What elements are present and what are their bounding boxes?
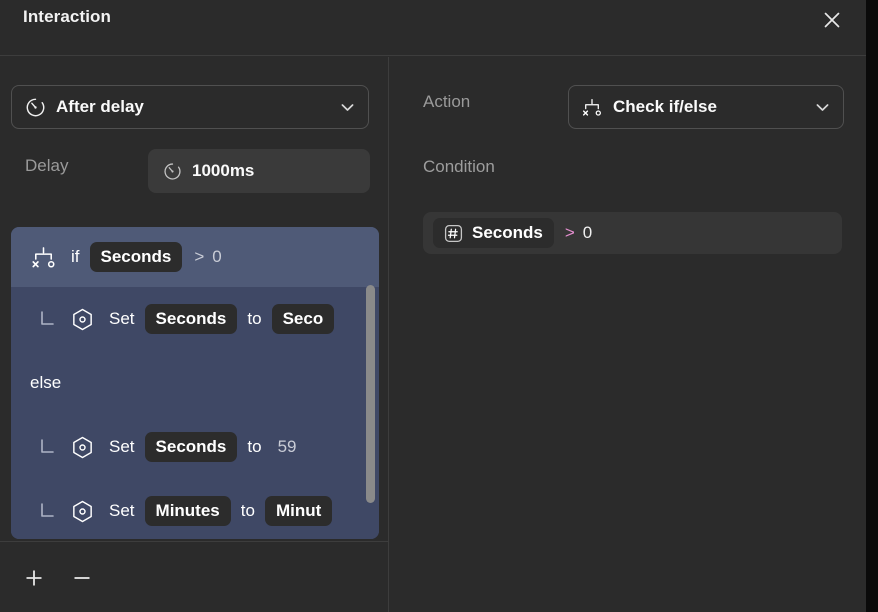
interaction-dialog: Interaction After delay Delay 1000ms if … (0, 0, 878, 612)
delay-label: Delay (25, 156, 69, 175)
variable-chip[interactable]: Seconds (89, 242, 183, 272)
block-list[interactable]: if Seconds > 0 Set Seconds to Seco else … (11, 227, 379, 539)
block-row[interactable]: Set Seconds to Seco (11, 287, 379, 351)
block-row[interactable]: if Seconds > 0 (11, 227, 379, 287)
branch-elbow-icon (37, 436, 59, 458)
condition-operator: > (564, 223, 575, 242)
branch-elbow-icon (37, 500, 59, 522)
block-connector: to (247, 309, 262, 328)
block-row[interactable]: Set Seconds to 59 (11, 415, 379, 479)
variable-chip[interactable]: Seconds (144, 432, 238, 462)
chevron-down-icon (815, 100, 829, 114)
else-keyword: else (30, 373, 62, 392)
if-else-branch-icon (581, 96, 603, 118)
value-name: Seco (282, 309, 324, 328)
delay-value: 1000ms (192, 161, 255, 180)
dialog-titlebar: Interaction (0, 0, 866, 56)
block-literal: 59 (277, 437, 297, 456)
close-button[interactable] (816, 4, 848, 36)
action-type-label: Check if/else (613, 97, 717, 116)
delay-clock-icon (24, 96, 46, 118)
block-operator: > (194, 247, 205, 266)
page-title: Interaction (23, 7, 112, 26)
remove-block-button[interactable] (65, 561, 99, 595)
close-icon (824, 12, 840, 28)
chevron-down-icon (340, 100, 354, 114)
condition-label: Condition (423, 157, 495, 176)
block-keyword: Set (109, 437, 135, 456)
variable-name: Seconds (100, 247, 172, 266)
set-hexagon-icon (69, 434, 95, 460)
left-panel: After delay Delay 1000ms if Seconds > 0 … (0, 57, 389, 612)
variable-name: Minutes (155, 501, 220, 520)
action-label: Action (423, 92, 471, 111)
block-keyword: Set (109, 501, 135, 520)
block-keyword: Set (109, 309, 135, 328)
add-block-button[interactable] (17, 561, 51, 595)
variable-chip[interactable]: Seconds (433, 218, 554, 248)
block-row[interactable]: Set Minutes to Minut (11, 479, 379, 539)
delay-clock-icon (162, 161, 182, 181)
right-panel: Action Check if/else Condition Seconds >… (390, 57, 866, 612)
set-hexagon-icon (69, 498, 95, 524)
value-name: Minut (275, 501, 322, 520)
variable-name: Seconds (472, 223, 543, 242)
block-connector: to (240, 501, 255, 520)
trigger-type-label: After delay (56, 97, 144, 116)
variable-name: Seconds (155, 309, 227, 328)
variable-chip[interactable]: Seconds (144, 304, 238, 334)
window-right-edge (866, 0, 878, 612)
set-hexagon-icon (69, 306, 95, 332)
scrollbar-thumb[interactable] (366, 285, 375, 503)
hash-variable-icon (444, 224, 463, 243)
footer-divider (0, 541, 389, 542)
variable-name: Seconds (155, 437, 227, 456)
delay-input[interactable]: 1000ms (148, 149, 370, 193)
plus-icon (26, 570, 42, 586)
action-type-dropdown[interactable]: Check if/else (568, 85, 844, 129)
block-literal: 0 (212, 247, 222, 266)
value-chip[interactable]: Seco (271, 304, 335, 334)
condition-expression[interactable]: Seconds > 0 (423, 212, 842, 254)
minus-icon (74, 577, 90, 579)
branch-elbow-icon (37, 308, 59, 330)
if-else-branch-icon (29, 243, 57, 271)
condition-value: 0 (582, 223, 593, 242)
trigger-type-dropdown[interactable]: After delay (11, 85, 369, 129)
block-keyword: if (71, 247, 80, 266)
variable-chip[interactable]: Minutes (144, 496, 231, 526)
value-chip[interactable]: Minut (264, 496, 333, 526)
block-connector: to (247, 437, 262, 456)
block-row[interactable]: else (11, 351, 379, 415)
